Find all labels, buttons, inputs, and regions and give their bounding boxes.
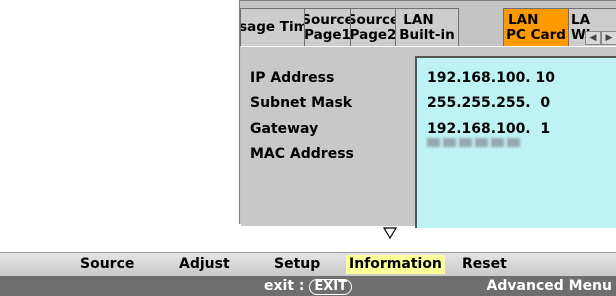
menu-item-reset[interactable]: Reset (459, 255, 510, 274)
exit-key-icon[interactable]: EXIT (309, 279, 352, 295)
mac-address-label: MAC Address (250, 146, 354, 162)
tab-label-line1: LA (571, 11, 591, 28)
exit-prefix: exit : (264, 278, 310, 294)
tab-label-line2: PC Card (506, 26, 566, 43)
tab-label-line1: LAN (508, 11, 539, 28)
tab-scroll-controls: ◀ ▶ (585, 31, 616, 45)
tab-label-line2: Page1 (304, 26, 351, 43)
mac-address-value-redacted (427, 138, 520, 148)
tab-lan-built-in[interactable]: LAN Built-in (395, 8, 459, 46)
tab-content: IP Address Subnet Mask Gateway MAC Addre… (241, 46, 616, 228)
main-menu-bar: Source Adjust Setup Information Reset (0, 252, 616, 276)
tab-lan-pc-card[interactable]: LAN PC Card (503, 8, 569, 46)
tab-label-line1: LAN (403, 11, 434, 28)
gateway-value: 192.168.100. 1 (427, 121, 551, 137)
status-bar: exit : EXIT Advanced Menu (0, 276, 616, 296)
tab-source-page2[interactable]: Source Page2 (350, 8, 396, 46)
tab-source-page1[interactable]: Source Page1 (304, 8, 351, 46)
menu-item-source[interactable]: Source (77, 255, 137, 274)
advanced-menu-label: Advanced Menu (486, 278, 612, 294)
menu-item-information[interactable]: Information (346, 255, 445, 274)
ip-address-value: 192.168.100. 10 (427, 70, 555, 86)
ip-address-label: IP Address (250, 70, 335, 86)
tab-label-line1: Source (304, 11, 350, 28)
tab-label-line2: Built-in (399, 26, 455, 43)
tab-label-line1: Source (351, 11, 395, 28)
subnet-mask-label: Subnet Mask (250, 95, 353, 111)
values-box: 192.168.100. 10 255.255.255. 0 192.168.1… (415, 56, 616, 228)
scroll-right-icon[interactable]: ▶ (601, 31, 616, 45)
gateway-label: Gateway (250, 121, 319, 137)
tab-label-line2: Page2 (350, 26, 396, 43)
tab-label: Usage Time (241, 19, 304, 35)
subnet-mask-value: 255.255.255. 0 (427, 95, 551, 111)
tab-usage-time[interactable]: Usage Time (240, 8, 305, 46)
scroll-left-icon[interactable]: ◀ (585, 31, 601, 45)
menu-item-adjust[interactable]: Adjust (176, 255, 233, 274)
information-panel: Usage Time Source Page1 Source Page2 LAN… (239, 0, 616, 228)
menu-item-setup[interactable]: Setup (271, 255, 323, 274)
scroll-down-icon (383, 227, 397, 239)
